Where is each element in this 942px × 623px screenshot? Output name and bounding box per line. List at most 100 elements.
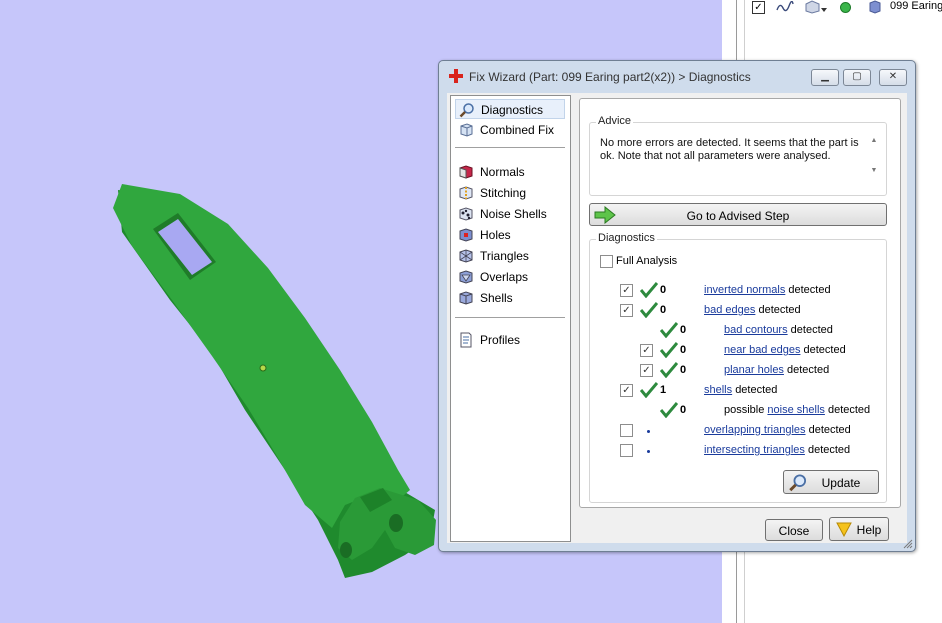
bad-edges-link[interactable]: bad edges [704, 304, 755, 316]
part-name: 099 Earing [890, 0, 942, 12]
detected-label: detected [758, 304, 801, 316]
advice-group: Advice No more errors are detected. It s… [589, 115, 887, 196]
planar-holes-text: planar holes detected [724, 364, 829, 376]
check-icon [660, 362, 678, 378]
detected-label: detected [808, 424, 851, 436]
diagnostics-group: Diagnostics Full Analysis ✓ 0 inverted n… [589, 232, 890, 503]
bullet-icon [647, 430, 650, 433]
inverted-normals-checkbox[interactable]: ✓ [620, 284, 633, 297]
nav-item-diagnostics[interactable]: Diagnostics [455, 99, 565, 119]
noise-shells-text: possible noise shells detected [724, 404, 870, 416]
shells-link[interactable]: shells [704, 384, 732, 396]
nav-separator [455, 147, 565, 148]
holes-icon [459, 228, 473, 242]
intersecting-triangles-checkbox[interactable] [620, 444, 633, 457]
inverted-normals-link[interactable]: inverted normals [704, 284, 785, 296]
shells-checkbox[interactable]: ✓ [620, 384, 633, 397]
noise-shells-count: 0 [680, 404, 687, 416]
shells-text: shells detected [704, 384, 777, 396]
check-icon [660, 402, 678, 418]
detected-label: detected [790, 324, 833, 336]
dialog-title: Fix Wizard (Part: 099 Earing part2(x2)) … [469, 70, 751, 84]
full-analysis-checkbox[interactable] [600, 255, 613, 268]
near-bad-edges-text: near bad edges detected [724, 344, 846, 356]
diag-row-noise-shells: 0 possible noise shells detected [590, 402, 890, 418]
detected-label: detected [807, 444, 851, 456]
detected-label: detected [787, 364, 830, 376]
wave-icon [776, 1, 794, 12]
diag-row-shells: ✓ 1 shells detected [590, 382, 890, 398]
near-bad-edges-checkbox[interactable]: ✓ [640, 344, 653, 357]
near-bad-edges-link[interactable]: near bad edges [724, 344, 800, 356]
advice-scrollbar[interactable]: ▲ ▼ [868, 137, 880, 177]
noise-shells-icon [459, 207, 473, 221]
go-to-advised-step-button[interactable]: Go to Advised Step [589, 203, 887, 226]
diagnostics-panel: Advice No more errors are detected. It s… [579, 98, 901, 508]
part-icon [869, 0, 881, 14]
combined-fix-icon [460, 123, 473, 137]
nav-item-normals[interactable]: Normals [455, 162, 565, 182]
near-bad-edges-count: 0 [680, 344, 687, 356]
inverted-normals-count: 0 [660, 284, 667, 296]
shells-count: 1 [660, 384, 667, 396]
check-icon [640, 382, 658, 398]
detected-label: detected [735, 384, 778, 396]
fix-wizard-dialog: Fix Wizard (Part: 099 Earing part2(x2)) … [438, 60, 916, 552]
nav-item-shells[interactable]: Shells [455, 288, 565, 308]
nav-item-overlaps[interactable]: Overlaps [455, 267, 565, 287]
update-button[interactable]: Update [783, 470, 879, 494]
close-window-button[interactable]: ✕ [879, 69, 907, 86]
close-button[interactable]: Close [765, 519, 823, 541]
scroll-down-icon[interactable]: ▼ [868, 167, 880, 177]
nav-item-profiles[interactable]: Profiles [455, 330, 565, 350]
full-analysis-row[interactable]: Full Analysis [590, 253, 890, 269]
maximize-button[interactable]: ▢ [843, 69, 871, 86]
overlapping-triangles-checkbox[interactable] [620, 424, 633, 437]
overlapping-triangles-link[interactable]: overlapping triangles [704, 424, 806, 436]
status-dot [840, 2, 851, 13]
diag-row-planar-holes: ✓ 0 planar holes detected [590, 362, 890, 378]
nav-separator [455, 317, 565, 318]
nav-item-holes[interactable]: Holes [455, 225, 565, 245]
check-icon [640, 282, 658, 298]
overlaps-icon [459, 270, 473, 284]
diag-row-bad-edges: ✓ 0 bad edges detected [590, 302, 890, 318]
red-cross-icon [449, 69, 463, 83]
full-analysis-label: Full Analysis [616, 255, 678, 267]
stitching-icon [459, 186, 473, 200]
check-icon [660, 342, 678, 358]
title-bar[interactable]: Fix Wizard (Part: 099 Earing part2(x2)) … [439, 61, 915, 93]
inverted-normals-text: inverted normals detected [704, 284, 831, 296]
cube-icon[interactable] [804, 0, 828, 14]
bad-edges-count: 0 [660, 304, 667, 316]
planar-holes-checkbox[interactable]: ✓ [640, 364, 653, 377]
minimize-button[interactable]: ▁ [811, 69, 839, 86]
nav-item-triangles[interactable]: Triangles [455, 246, 565, 266]
possible-label: possible [724, 404, 765, 416]
profiles-icon [460, 332, 472, 348]
bad-edges-checkbox[interactable]: ✓ [620, 304, 633, 317]
bad-contours-link[interactable]: bad contours [724, 324, 788, 336]
bad-contours-count: 0 [680, 324, 687, 336]
nav-item-noise-shells[interactable]: Noise Shells [455, 204, 565, 224]
help-button[interactable]: Help [829, 517, 889, 541]
noise-shells-link[interactable]: noise shells [767, 404, 824, 416]
shells-icon [459, 291, 473, 305]
diag-row-near-bad-edges: ✓ 0 near bad edges detected [590, 342, 890, 358]
scroll-up-icon[interactable]: ▲ [868, 137, 880, 147]
detected-label: detected [788, 284, 831, 296]
wizard-nav: Diagnostics Combined Fix Normals Stitchi… [450, 95, 571, 542]
bad-contours-text: bad contours detected [724, 324, 833, 336]
diag-row-overlapping-triangles: overlapping triangles detected [590, 422, 890, 438]
intersecting-triangles-link[interactable]: intersecting triangles [704, 444, 805, 456]
planar-holes-link[interactable]: planar holes [724, 364, 784, 376]
check-icon [660, 322, 678, 338]
part-row[interactable]: ✓ 099 Earing [752, 0, 942, 16]
part-visible-checkbox[interactable]: ✓ [752, 1, 765, 14]
diag-row-intersecting-triangles: intersecting triangles detected [590, 442, 890, 458]
resize-grip-icon[interactable] [903, 539, 913, 549]
nav-item-stitching[interactable]: Stitching [455, 183, 565, 203]
intersecting-triangles-text: intersecting triangles detected [704, 444, 850, 456]
normals-icon [459, 165, 473, 179]
nav-item-combined-fix[interactable]: Combined Fix [455, 120, 565, 140]
